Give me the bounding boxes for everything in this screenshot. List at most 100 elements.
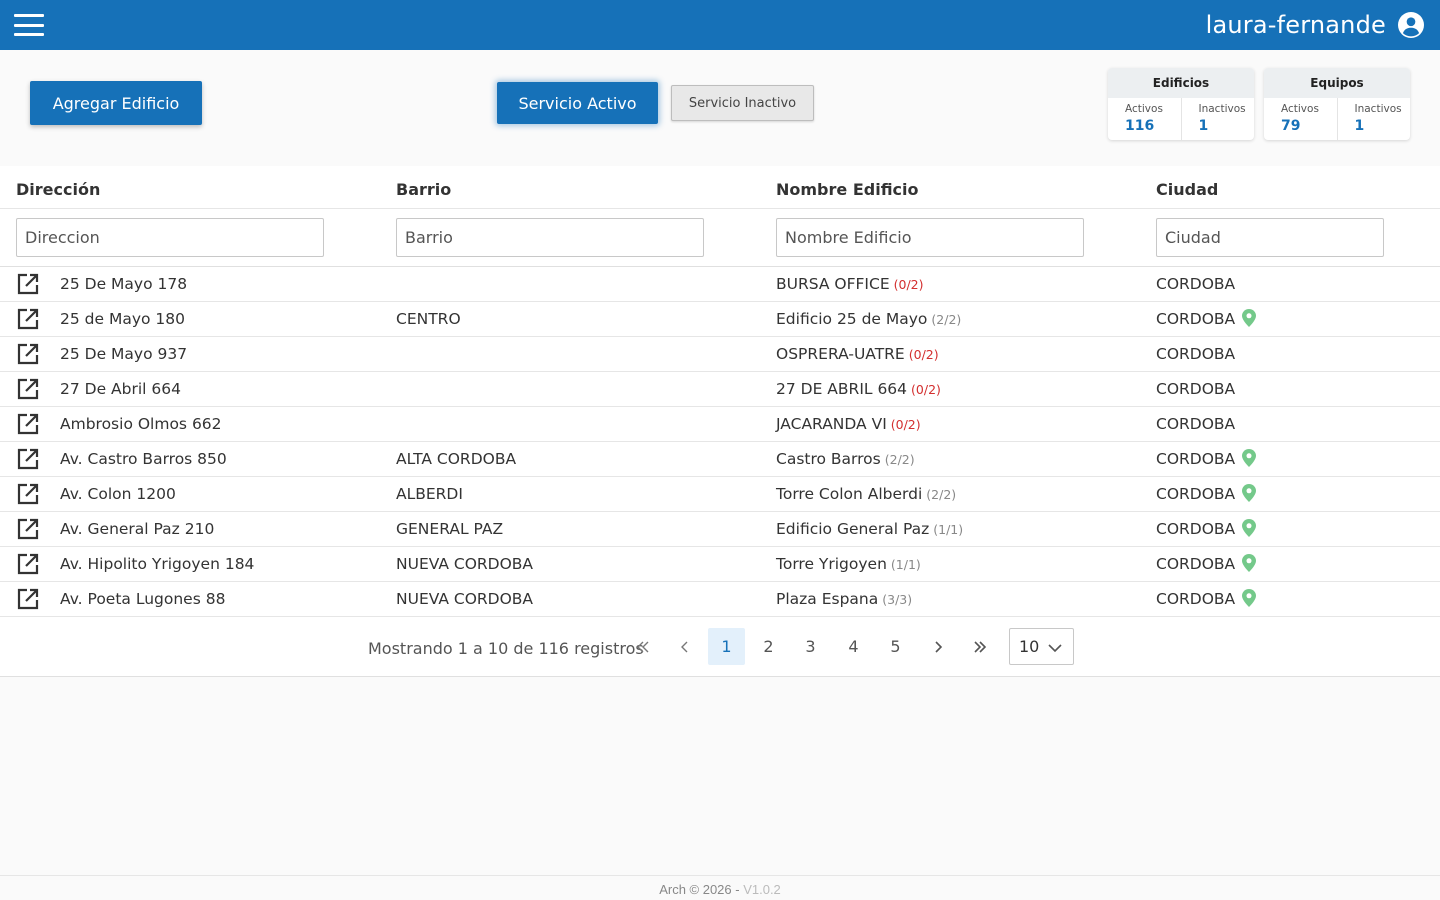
- column-header-ciudad[interactable]: Ciudad: [1156, 180, 1218, 199]
- cell-ciudad: CORDOBA: [1156, 555, 1236, 573]
- open-edit-icon[interactable]: [16, 552, 40, 576]
- location-pin-icon[interactable]: [1242, 519, 1256, 537]
- table-row: 27 De Abril 664 27 DE ABRIL 664 (0/2) CORDO…: [0, 372, 1440, 407]
- cell-nombre: JACARANDA VI (0/2): [776, 415, 921, 433]
- open-edit-icon[interactable]: [16, 377, 40, 401]
- page-button-1[interactable]: 1: [708, 628, 745, 665]
- footer-copyright: Arch © 2026 -: [659, 882, 744, 897]
- equipment-count: (0/2): [890, 417, 921, 432]
- column-header-direccion[interactable]: Dirección: [16, 180, 100, 199]
- cell-direccion: Ambrosio Olmos 662: [60, 415, 222, 433]
- equipment-count: (1/1): [933, 522, 964, 537]
- add-building-button[interactable]: Agregar Edificio: [30, 81, 202, 125]
- inactive-service-button[interactable]: Servicio Inactivo: [671, 85, 814, 121]
- cell-nombre: Torre Colon Alberdi (2/2): [776, 485, 956, 503]
- first-page-button[interactable]: [624, 628, 661, 665]
- equipment-count: (0/2): [893, 277, 924, 292]
- cell-ciudad: CORDOBA: [1156, 415, 1236, 433]
- cell-barrio: ALBERDI: [396, 485, 463, 503]
- stat-inactive-label: Inactivos: [1198, 103, 1246, 115]
- filter-row: [0, 209, 1440, 267]
- equipment-count: (1/1): [890, 557, 921, 572]
- page-button-2[interactable]: 2: [750, 628, 787, 665]
- user-menu[interactable]: laura-fernande: [1206, 11, 1424, 39]
- page-button-4[interactable]: 4: [835, 628, 872, 665]
- location-pin-icon[interactable]: [1242, 554, 1256, 572]
- equipment-count: (2/2): [926, 487, 957, 502]
- double-chevron-right-icon: [973, 640, 986, 653]
- cell-barrio: NUEVA CORDOBA: [396, 555, 534, 573]
- prev-page-button[interactable]: [666, 628, 703, 665]
- footer: Arch © 2026 - V1.0.2: [0, 875, 1440, 900]
- open-edit-icon[interactable]: [16, 412, 40, 436]
- table-row: 25 de Mayo 180 CENTRO Edificio 25 de Mayo(…: [0, 302, 1440, 337]
- cell-ciudad: CORDOBA: [1156, 485, 1236, 503]
- user-account-icon[interactable]: [1398, 12, 1424, 38]
- double-chevron-left-icon: [636, 641, 648, 652]
- table-row: Av. General Paz 210 GENERAL PAZ Edificio G…: [0, 512, 1440, 547]
- stat-inactive-label: Inactivos: [1354, 103, 1402, 115]
- building-name: 27 DE ABRIL 664: [776, 380, 908, 398]
- building-name: Edificio 25 de Mayo: [776, 310, 928, 328]
- next-page-button[interactable]: [919, 628, 956, 665]
- open-edit-icon[interactable]: [16, 342, 40, 366]
- open-edit-icon[interactable]: [16, 482, 40, 506]
- cell-barrio: CENTRO: [396, 310, 461, 328]
- cell-ciudad: CORDOBA: [1156, 450, 1236, 468]
- cell-ciudad: CORDOBA: [1156, 345, 1236, 363]
- open-edit-icon[interactable]: [16, 447, 40, 471]
- direccion-filter-input[interactable]: [16, 218, 324, 257]
- equipment-stat-card: Equipos Activos 79 Inactivos 1: [1264, 68, 1410, 140]
- cell-ciudad: CORDOBA: [1156, 275, 1236, 293]
- active-service-button[interactable]: Servicio Activo: [497, 82, 658, 124]
- location-pin-icon[interactable]: [1242, 484, 1256, 502]
- cell-nombre: Torre Yrigoyen (1/1): [776, 555, 921, 573]
- equipment-count: (3/3): [882, 592, 913, 607]
- cell-ciudad: CORDOBA: [1156, 520, 1236, 538]
- building-name: Torre Yrigoyen: [776, 555, 887, 573]
- location-pin-icon[interactable]: [1242, 449, 1256, 467]
- cell-nombre: BURSA OFFICE (0/2): [776, 275, 924, 293]
- open-edit-icon[interactable]: [16, 272, 40, 296]
- cell-direccion: Av. Hipolito Yrigoyen 184: [60, 555, 255, 573]
- cell-ciudad: CORDOBA: [1156, 590, 1236, 608]
- equipment-count: (2/2): [884, 452, 915, 467]
- stat-inactive-value: 1: [1198, 118, 1209, 134]
- stat-active-label: Activos: [1125, 103, 1163, 115]
- rows-per-page-value: 10: [1019, 637, 1040, 656]
- stat-active-value: 79: [1281, 118, 1301, 134]
- cell-nombre: 27 DE ABRIL 664 (0/2): [776, 380, 941, 398]
- page-button-3[interactable]: 3: [792, 628, 829, 665]
- rows-per-page-select[interactable]: 10: [1009, 628, 1074, 665]
- cell-direccion: Av. General Paz 210: [60, 520, 215, 538]
- last-page-button[interactable]: [961, 628, 998, 665]
- stat-inactive-value: 1: [1354, 118, 1365, 134]
- ciudad-filter-input[interactable]: [1156, 218, 1384, 257]
- cell-direccion: 25 De Mayo 178: [60, 275, 188, 293]
- chevron-left-icon: [680, 641, 687, 652]
- table-row: Ambrosio Olmos 662 JACARANDA VI (0/2) CORDO…: [0, 407, 1440, 442]
- building-name: Plaza Espana: [776, 590, 879, 608]
- cell-nombre: Plaza Espana (3/3): [776, 590, 912, 608]
- location-pin-icon[interactable]: [1242, 309, 1256, 327]
- page-button-5[interactable]: 5: [877, 628, 914, 665]
- footer-version: V1.0.2: [743, 882, 781, 897]
- open-edit-icon[interactable]: [16, 307, 40, 331]
- cell-direccion: Av. Colon 1200: [60, 485, 176, 503]
- table-row: 25 De Mayo 178 BURSA OFFICE (0/2) CORDOBA: [0, 267, 1440, 302]
- open-edit-icon[interactable]: [16, 587, 40, 611]
- user-name: laura-fernande: [1205, 11, 1386, 39]
- column-header-barrio[interactable]: Barrio: [396, 180, 451, 199]
- top-bar: laura-fernande: [0, 0, 1440, 50]
- location-pin-icon[interactable]: [1242, 589, 1256, 607]
- column-header-nombre[interactable]: Nombre Edificio: [776, 180, 919, 199]
- chevron-right-icon: [934, 640, 942, 653]
- open-edit-icon[interactable]: [16, 517, 40, 541]
- cell-direccion: 27 De Abril 664: [60, 380, 181, 398]
- menu-icon[interactable]: [14, 14, 44, 36]
- table-row: 25 De Mayo 937 OSPRERA-UATRE (0/2) CORDOBA: [0, 337, 1440, 372]
- building-name: Torre Colon Alberdi: [776, 485, 923, 503]
- cell-barrio: NUEVA CORDOBA: [396, 590, 534, 608]
- barrio-filter-input[interactable]: [396, 218, 704, 257]
- nombre-filter-input[interactable]: [776, 218, 1084, 257]
